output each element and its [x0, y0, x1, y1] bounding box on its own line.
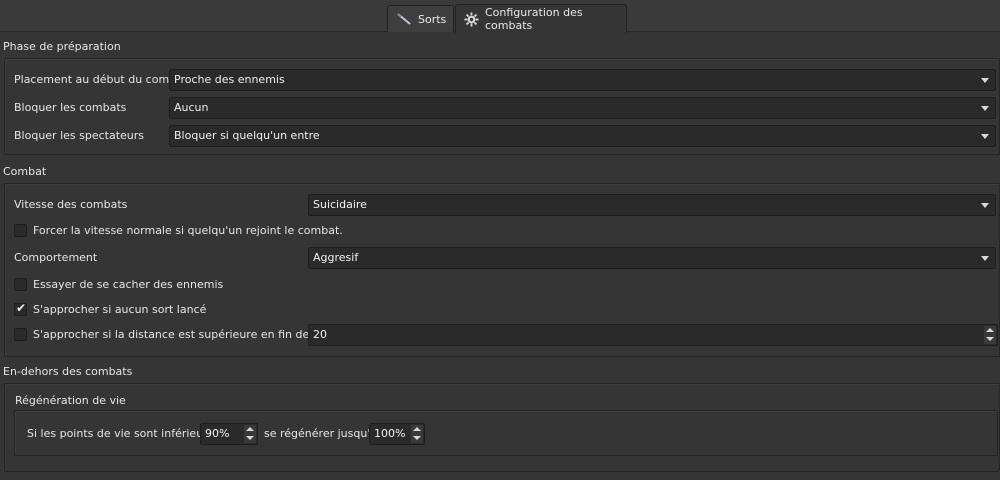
approach-distance-value: 20 [313, 328, 327, 341]
behavior-value: Aggresif [313, 251, 359, 264]
block-fights-value: Aucun [174, 101, 209, 114]
section-title-preparation: Phase de préparation [3, 40, 121, 53]
approach-distance-checkbox[interactable] [14, 327, 27, 341]
chevron-down-icon [981, 106, 989, 111]
section-title-outside: En-dehors des combats [3, 365, 133, 378]
regen-title: Régénération de vie [15, 394, 126, 407]
approach-distance-row[interactable]: S'approcher si la distance est supérieur… [14, 325, 335, 343]
wand-icon [396, 12, 412, 26]
block-spectators-label: Bloquer les spectateurs [14, 129, 145, 142]
block-spectators-value: Bloquer si quelqu'un entre [174, 129, 320, 142]
spin-down-icon[interactable] [244, 434, 256, 443]
hide-row[interactable]: Essayer de se cacher des ennemis [14, 275, 223, 293]
gear-icon [464, 11, 479, 27]
behavior-combo[interactable]: Aggresif [308, 247, 996, 269]
if-hp-value: 90% [205, 427, 230, 440]
approach-row[interactable]: S'approcher si aucun sort lancé [14, 300, 206, 318]
chevron-down-icon [981, 256, 989, 261]
if-hp-spinbox[interactable]: 90% [200, 423, 258, 445]
chevron-down-icon [981, 203, 989, 208]
spin-down-icon[interactable] [984, 335, 996, 344]
tab-sorts-label: Sorts [418, 12, 447, 26]
speed-combo[interactable]: Suicidaire [308, 194, 996, 216]
chevron-down-icon [981, 78, 989, 83]
approach-distance-spinbox[interactable]: 20 [308, 324, 998, 346]
speed-value: Suicidaire [313, 198, 367, 211]
regen-until-label: se régénérer jusqu'à [264, 427, 378, 440]
hide-checkbox[interactable] [14, 277, 27, 291]
tab-bar: Sorts Configuration des combats [0, 0, 1000, 33]
block-fights-combo[interactable]: Aucun [169, 97, 996, 119]
speed-label: Vitesse des combats [14, 198, 128, 211]
if-hp-label: Si les points de vie sont inférieurs à [27, 427, 224, 440]
hide-label: Essayer de se cacher des ennemis [33, 277, 224, 291]
tab-configuration-combats[interactable]: Configuration des combats [455, 4, 627, 33]
spin-up-icon[interactable] [411, 425, 423, 434]
behavior-label: Comportement [14, 251, 98, 264]
approach-distance-label: S'approcher si la distance est supérieur… [33, 327, 336, 341]
approach-label: S'approcher si aucun sort lancé [33, 302, 207, 316]
block-spectators-combo[interactable]: Bloquer si quelqu'un entre [169, 125, 996, 147]
regen-until-value: 100% [374, 427, 406, 440]
approach-checkbox[interactable] [14, 301, 27, 316]
placement-value: Proche des ennemis [174, 73, 285, 86]
regen-until-spinbox[interactable]: 100% [369, 423, 425, 445]
force-normal-row[interactable]: Forcer la vitesse normale si quelqu'un r… [14, 221, 343, 239]
spin-up-icon[interactable] [984, 326, 996, 335]
placement-label: Placement au début du combat [14, 73, 188, 86]
force-normal-label: Forcer la vitesse normale si quelqu'un r… [33, 223, 343, 237]
spin-down-icon[interactable] [411, 434, 423, 443]
tab-configuration-label: Configuration des combats [485, 6, 583, 32]
tab-sorts[interactable]: Sorts [387, 5, 454, 32]
placement-combo[interactable]: Proche des ennemis [169, 69, 996, 91]
block-fights-label: Bloquer les combats [14, 101, 127, 114]
force-normal-checkbox[interactable] [14, 223, 27, 237]
section-title-combat: Combat [3, 165, 47, 178]
chevron-down-icon [981, 134, 989, 139]
spin-up-icon[interactable] [244, 425, 256, 434]
